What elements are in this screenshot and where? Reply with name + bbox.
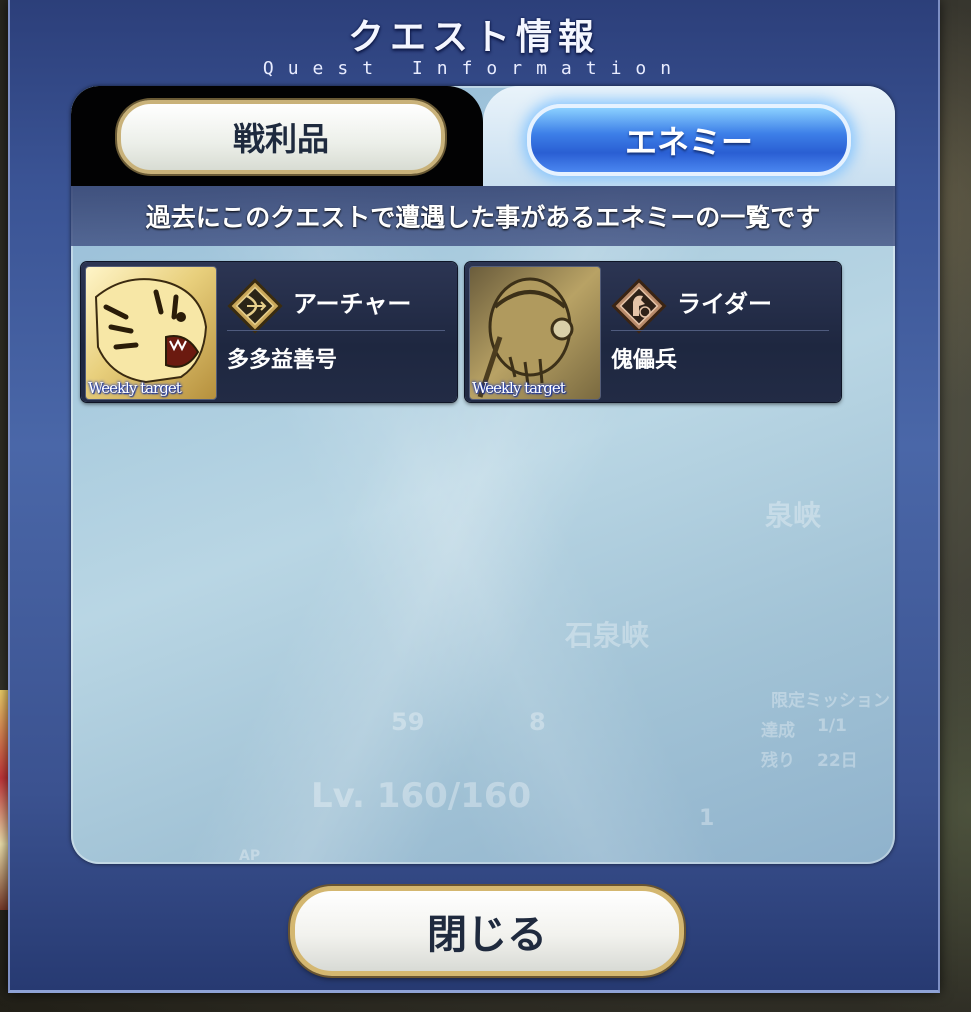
ghost-level: Lv. 160/160 [311,776,532,816]
enemy-card-archer[interactable]: Weekly target アーチャー 多多益善号 [81,262,457,402]
enemy-list-notice: 過去にこのクエストで遭遇した事があるエネミーの一覧です [71,186,895,246]
window-title: クエスト情報 [347,17,600,58]
archer-class-icon [227,278,283,334]
ghost-mission-title: 限定ミッション [771,691,890,711]
enemy-class-archer: アーチャー [293,290,412,318]
quest-info-window: クエスト情報 Quest Information 泉峡 石泉峡 59 8 Lv.… [8,0,940,993]
enemy-portrait-tiger: Weekly target [85,266,217,400]
ghost-mission-done-label: 達成 [761,721,795,741]
ghost-location: 石泉峡 [565,619,650,652]
ghost-ap-label: AP [239,848,261,864]
enemy-class-rider: ライダー [677,290,773,318]
window-subtitle: Quest Information [262,58,686,79]
weekly-target-badge: Weekly target [88,379,182,397]
ghost-mission-left-label: 残り [761,751,795,771]
weekly-target-badge: Weekly target [472,379,566,397]
ghost-mission-done-value: 1/1 [817,716,847,736]
ghost-badge-count: 1 [699,806,715,831]
rider-class-icon [611,278,667,334]
card-divider [611,330,829,331]
enemy-name: 傀儡兵 [611,348,678,373]
enemy-name: 多多益善号 [227,348,338,373]
enemy-card-rider[interactable]: Weekly target ライダー 傀儡兵 [465,262,841,402]
ghost-count-a: 59 [391,708,425,736]
tab-loot[interactable]: 戦利品 [117,100,445,174]
ghost-count-b: 8 [529,708,546,736]
tab-enemy[interactable]: エネミー [527,104,851,176]
close-button[interactable]: 閉じる [290,886,684,976]
ghost-mission-left-value: 22日 [817,751,858,771]
content-panel: 泉峡 石泉峡 59 8 Lv. 160/160 限定ミッション 達成 1/1 残… [71,86,895,864]
ghost-location-partial: 泉峡 [765,499,822,532]
card-divider [227,330,445,331]
enemy-portrait-puppet: Weekly target [469,266,601,400]
